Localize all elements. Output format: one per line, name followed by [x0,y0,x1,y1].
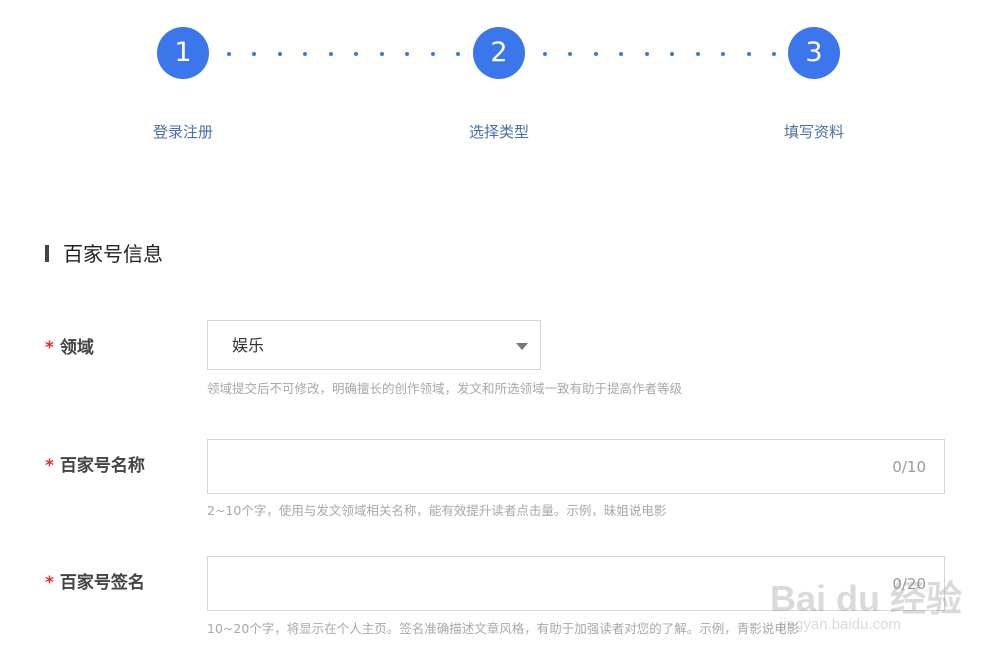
step-3-circle: 3 [788,27,840,79]
signature-hint: 10~20个字，将显示在个人主页。签名准确描述文章风格，有助于加强读者对您的了解… [207,621,800,636]
domain-select[interactable]: 娱乐 [207,320,541,370]
name-input-box[interactable]: 0/10 [207,439,945,494]
domain-hint: 领域提交后不可修改，明确擅长的创作领域，发文和所选领域一致有助于提高作者等级 [207,381,683,396]
section-marker [45,245,49,262]
name-hint: 2~10个字，使用与发文领域相关名称，能有效提升读者点击量。示例，昧姐说电影 [207,503,667,518]
step-connector-2 [543,52,776,56]
domain-label-text: 领域 [59,338,94,358]
step-connector-1 [227,52,460,56]
name-field-label: * 百家号名称 [45,454,145,478]
signature-field-label: * 百家号签名 [45,571,145,595]
domain-field-label: * 领域 [45,336,94,360]
name-input[interactable] [208,440,848,493]
step-1-circle: 1 [157,27,209,79]
signature-input-box[interactable]: 0/20 [207,556,945,611]
section-title: 百家号信息 [63,242,163,266]
required-mark: * [45,573,54,593]
step-3-label: 填写资料 [783,123,844,141]
caret-down-icon [516,343,528,350]
step-1-label: 登录注册 [152,123,213,141]
required-mark: * [45,338,54,358]
required-mark: * [45,456,54,476]
domain-select-value: 娱乐 [232,336,265,355]
name-char-counter: 0/10 [892,458,926,476]
signature-input[interactable] [208,557,848,610]
signature-label-text: 百家号签名 [59,573,145,593]
signature-char-counter: 0/20 [892,575,926,593]
name-label-text: 百家号名称 [59,456,145,476]
step-2-circle: 2 [473,27,525,79]
step-2-label: 选择类型 [468,123,529,141]
